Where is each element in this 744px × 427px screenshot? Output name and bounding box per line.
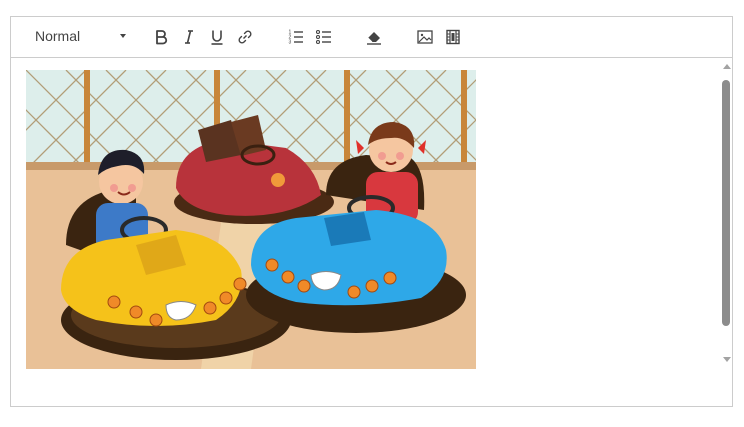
vertical-scrollbar[interactable] xyxy=(719,64,733,364)
italic-icon xyxy=(185,30,193,44)
editor-content[interactable] xyxy=(11,58,732,406)
underline-icon xyxy=(211,30,223,45)
scroll-down-arrow-icon[interactable] xyxy=(723,357,731,362)
bumper-cars-image[interactable] xyxy=(26,70,476,369)
film-icon xyxy=(446,29,460,45)
italic-button[interactable] xyxy=(178,26,200,48)
link-icon xyxy=(238,30,252,44)
link-button[interactable] xyxy=(234,26,256,48)
bold-icon xyxy=(156,30,168,45)
image-icon xyxy=(417,30,433,44)
caret-down-icon xyxy=(120,34,126,38)
bullet-list-button[interactable] xyxy=(313,26,335,48)
scrollbar-thumb[interactable] xyxy=(722,80,730,326)
format-select-label: Normal xyxy=(35,28,81,44)
rich-text-editor: Normal 1 2 3 xyxy=(10,16,733,407)
toolbar: Normal 1 2 3 xyxy=(11,17,732,58)
svg-text:3: 3 xyxy=(289,40,292,46)
format-select[interactable]: Normal xyxy=(25,25,131,49)
scroll-up-arrow-icon[interactable] xyxy=(723,64,731,69)
eraser-icon xyxy=(367,32,381,45)
bold-button[interactable] xyxy=(150,26,172,48)
underline-button[interactable] xyxy=(206,26,228,48)
ordered-list-icon: 1 2 3 xyxy=(289,30,303,46)
insert-video-button[interactable] xyxy=(442,26,464,48)
bullet-list-icon xyxy=(315,29,331,45)
clear-format-button[interactable] xyxy=(363,26,385,48)
ordered-list-button[interactable]: 1 2 3 xyxy=(285,26,307,48)
insert-image-button[interactable] xyxy=(414,26,436,48)
bumper-cars-illustration xyxy=(26,70,476,369)
